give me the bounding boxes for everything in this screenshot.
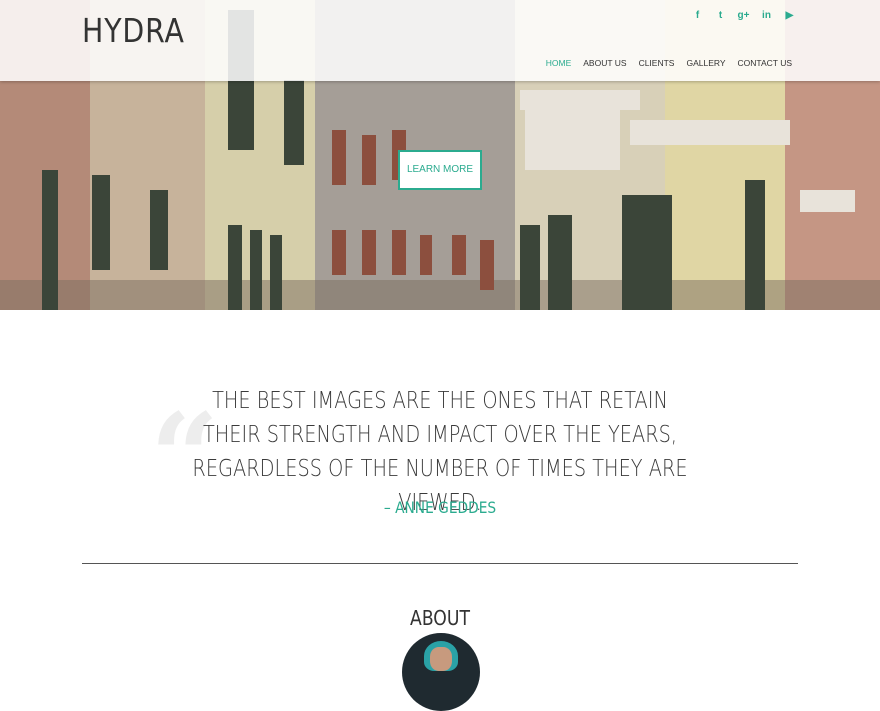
quote-author: – ANNE GEDDES bbox=[383, 498, 497, 517]
nav-contact[interactable]: CONTACT US bbox=[738, 58, 792, 68]
site-logo[interactable]: HYDRA bbox=[82, 11, 185, 50]
nav-about[interactable]: ABOUT US bbox=[583, 58, 626, 68]
nav-gallery[interactable]: GALLERY bbox=[686, 58, 725, 68]
section-divider bbox=[82, 563, 798, 564]
avatar-face bbox=[430, 647, 452, 671]
facebook-icon[interactable]: f bbox=[686, 10, 709, 21]
youtube-icon[interactable]: ▶ bbox=[778, 10, 801, 21]
learn-more-button[interactable]: LEARN MORE bbox=[398, 150, 482, 190]
about-heading: ABOUT bbox=[410, 606, 470, 630]
nav-clients[interactable]: CLIENTS bbox=[639, 58, 675, 68]
avatar bbox=[402, 633, 480, 711]
nav-home[interactable]: HOME bbox=[546, 58, 572, 68]
social-links: f t g+ in ▶ bbox=[686, 10, 801, 21]
twitter-icon[interactable]: t bbox=[709, 10, 732, 21]
main-nav: HOME ABOUT US CLIENTS GALLERY CONTACT US bbox=[534, 58, 792, 68]
google-plus-icon[interactable]: g+ bbox=[732, 10, 755, 21]
linkedin-icon[interactable]: in bbox=[755, 10, 778, 21]
site-header: HYDRA f t g+ in ▶ HOME ABOUT US CLIENTS … bbox=[0, 0, 880, 81]
